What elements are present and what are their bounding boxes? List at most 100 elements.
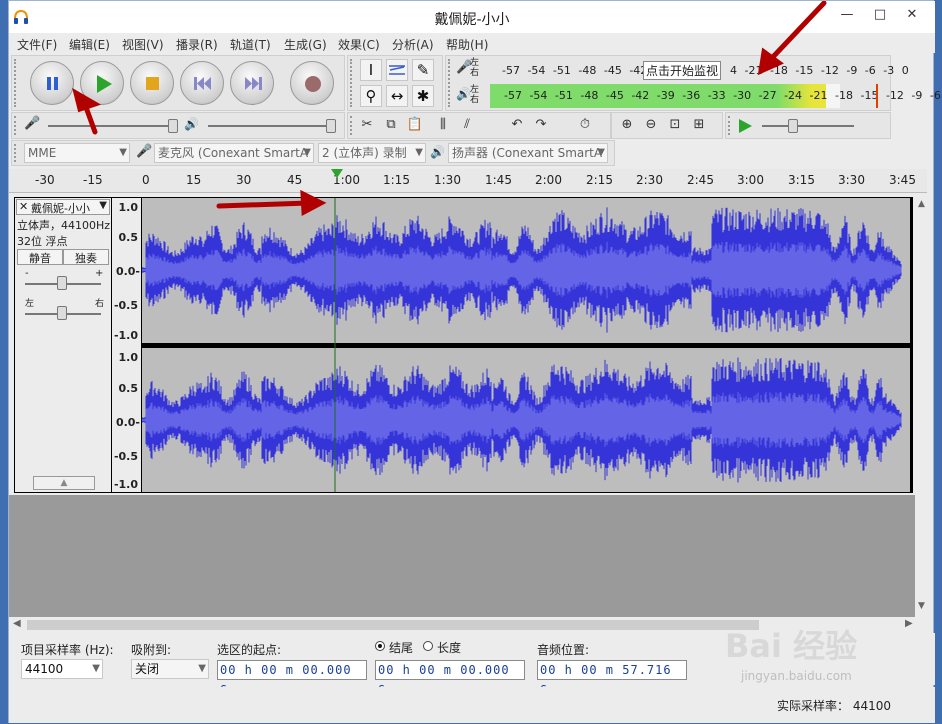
scroll-left-icon[interactable]: ◀: [13, 618, 21, 629]
trim-icon[interactable]: ⫼: [432, 114, 454, 136]
skip-to-start-button[interactable]: [180, 61, 224, 105]
play-at-speed-toolbar: [725, 112, 891, 139]
toolbar-grip[interactable]: [14, 144, 18, 162]
meter-toolbar: 🎤 左右 -57 -54 -51 -48 -45 -42 -39 -3 点击开始…: [445, 55, 942, 111]
menu-tracks[interactable]: 轨道(T): [230, 36, 271, 53]
maximize-button[interactable]: □: [865, 5, 895, 27]
recording-channels-select[interactable]: 2 (立体声) 录制 ▼: [318, 143, 426, 163]
output-volume-speaker-icon: 🔊: [184, 117, 199, 131]
fit-project-icon[interactable]: ⊞: [688, 114, 710, 136]
horizontal-scroll-thumb[interactable]: [27, 620, 759, 630]
close-icon[interactable]: ✕: [19, 200, 28, 213]
toolbar-grip[interactable]: [728, 116, 732, 135]
project-rate-select[interactable]: 44100 ▼: [21, 659, 103, 679]
length-radio[interactable]: [423, 641, 433, 651]
y-label: 0.0-: [115, 416, 140, 429]
track-name-menu[interactable]: ✕ 戴佩妮-小小 ▼: [16, 199, 110, 215]
scroll-right-icon[interactable]: ▶: [905, 618, 913, 629]
toolbar-grip[interactable]: [350, 116, 354, 135]
end-radio[interactable]: [375, 641, 385, 651]
play-speed-slider[interactable]: [762, 125, 854, 127]
project-rate-label: 项目采样率 (Hz):: [21, 643, 114, 657]
window-title: 戴佩妮-小小: [434, 12, 510, 28]
play-meter-lr-label: 左右: [470, 85, 480, 105]
toolbar-grip[interactable]: [350, 59, 354, 107]
cut-icon[interactable]: ✂: [356, 114, 378, 136]
recording-device-select[interactable]: 麦克风 (Conexant SmartA ▼: [154, 143, 314, 163]
menu-file[interactable]: 文件(F): [17, 36, 57, 53]
waveform-area[interactable]: [142, 198, 910, 492]
fit-selection-icon[interactable]: ⊡: [664, 114, 686, 136]
output-volume-thumb[interactable]: [326, 119, 336, 133]
mute-button[interactable]: 静音: [17, 249, 63, 265]
selection-tool-icon[interactable]: I: [360, 59, 382, 81]
play-at-speed-icon[interactable]: [736, 117, 754, 135]
solo-button[interactable]: 独奏: [63, 249, 109, 265]
play-button[interactable]: [80, 61, 124, 105]
ruler-tick: 3:45: [889, 173, 916, 187]
audio-position-field[interactable]: 00 h 00 m 57.716 s: [537, 660, 687, 695]
silence-icon[interactable]: ⫽: [456, 114, 478, 136]
record-meter-lr-label: 左右: [470, 58, 480, 78]
track-panel: ✕ 戴佩妮-小小 ▼ 立体声，44100Hz 32位 浮点 静音 独奏 - + …: [14, 197, 913, 493]
snap-to-select[interactable]: 关闭 ▼: [131, 659, 209, 679]
gain-thumb[interactable]: [57, 276, 67, 290]
record-meter[interactable]: -57 -54 -51 -48 -45 -42 -39 -3 点击开始监视 4 …: [488, 59, 909, 83]
empty-track-area[interactable]: [9, 495, 915, 619]
recording-channels-value: 2 (立体声) 录制: [322, 146, 407, 160]
minimize-button[interactable]: —: [832, 5, 862, 27]
record-meter-hint[interactable]: 点击开始监视: [643, 61, 722, 80]
watermark-logo: Bai 经验: [725, 627, 858, 665]
watermark-url: jingyan.baidu.com: [741, 669, 852, 683]
redo-icon[interactable]: ↷: [530, 114, 552, 136]
input-volume-slider[interactable]: [48, 125, 176, 127]
selection-end-field[interactable]: 00 h 00 m 00.000 s: [375, 660, 525, 695]
menu-analyze[interactable]: 分析(A): [392, 36, 434, 53]
ruler-tick: 45: [287, 173, 303, 187]
menu-view[interactable]: 视图(V): [122, 36, 164, 53]
pause-button[interactable]: [30, 61, 74, 105]
sync-lock-icon[interactable]: ⏱: [574, 114, 596, 136]
playback-device-select[interactable]: 扬声器 (Conexant SmartA ▼: [448, 143, 608, 163]
menu-edit[interactable]: 编辑(E): [69, 36, 110, 53]
paste-icon[interactable]: 📋: [404, 114, 426, 136]
undo-icon[interactable]: ↶: [506, 114, 528, 136]
zoom-tool-icon[interactable]: ⚲: [360, 85, 382, 107]
multi-tool-icon[interactable]: ✱: [412, 85, 434, 107]
skip-to-end-button[interactable]: [230, 61, 274, 105]
copy-icon[interactable]: ⧉: [380, 114, 402, 136]
toolbar-grip[interactable]: [448, 59, 452, 107]
menu-record[interactable]: 播录(R): [176, 36, 218, 53]
draw-tool-icon[interactable]: ✎: [412, 59, 434, 81]
pan-thumb[interactable]: [57, 306, 67, 320]
collapse-track-button[interactable]: ▲: [33, 476, 95, 490]
playhead-marker-icon[interactable]: [331, 169, 343, 179]
app-window: 戴佩妮-小小 — □ ✕ 文件(F) 编辑(E) 视图(V) 播录(R) 轨道(…: [8, 0, 942, 723]
selection-start-field[interactable]: 00 h 00 m 00.000 s: [217, 660, 367, 695]
input-volume-thumb[interactable]: [168, 119, 178, 133]
timeshift-tool-icon[interactable]: ↔: [386, 85, 408, 107]
scroll-up-icon[interactable]: ▲: [918, 199, 925, 209]
play-speed-thumb[interactable]: [788, 119, 798, 133]
vertical-scrollbar[interactable]: ▲ ▼: [915, 195, 933, 619]
menu-generate[interactable]: 生成(G): [284, 36, 327, 53]
zoom-out-icon[interactable]: ⊖: [640, 114, 662, 136]
toolbar-grip[interactable]: [14, 59, 18, 107]
stop-button[interactable]: [130, 61, 174, 105]
play-meter-speaker-icon[interactable]: 🔊: [456, 87, 471, 101]
end-radio-label: 结尾: [389, 641, 414, 655]
envelope-tool-icon[interactable]: [386, 59, 408, 81]
close-button[interactable]: ✕: [897, 5, 927, 27]
menu-effects[interactable]: 效果(C): [338, 36, 380, 53]
play-meter[interactable]: -57 -54 -51 -48 -45 -42 -39 -36 -33 -30 …: [490, 84, 942, 108]
timeline-ruler[interactable]: -30 -15 0 15 30 45 1:00 1:15 1:30 1:45 2…: [9, 169, 927, 193]
menu-help[interactable]: 帮助(H): [446, 36, 488, 53]
chevron-down-icon: ▼: [198, 663, 206, 674]
zoom-in-icon[interactable]: ⊕: [616, 114, 638, 136]
audio-host-select[interactable]: MME ▼: [24, 143, 130, 163]
toolbar-grip[interactable]: [14, 116, 18, 135]
output-volume-slider[interactable]: [208, 125, 336, 127]
record-button[interactable]: [290, 61, 334, 105]
title-bar: 戴佩妮-小小 — □ ✕: [9, 1, 935, 33]
scroll-down-icon[interactable]: ▼: [918, 601, 925, 611]
